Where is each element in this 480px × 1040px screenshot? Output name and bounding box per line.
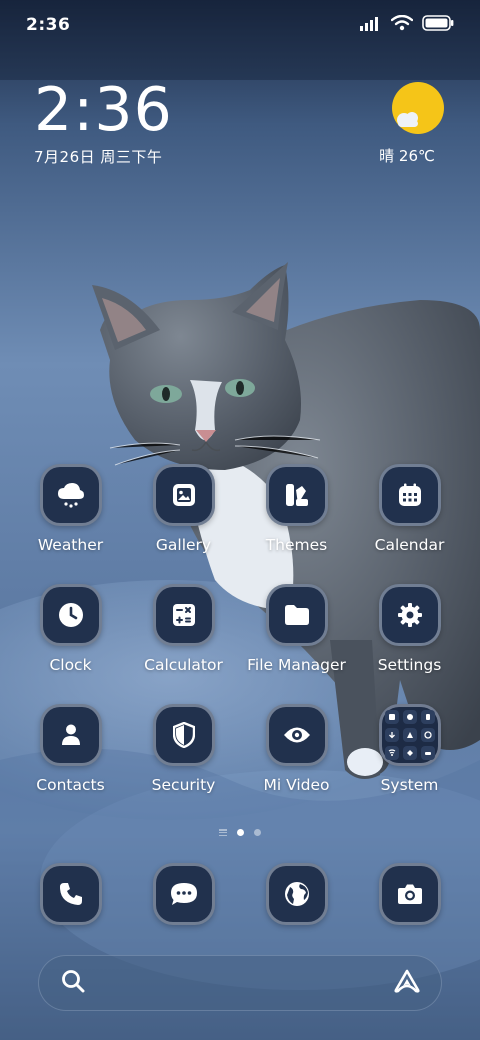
search-input[interactable] [99,966,381,1002]
clock-date: 7月26日 周三下午 [34,148,163,166]
page-dot-active[interactable] [237,829,244,836]
page-indicator[interactable] [0,829,480,836]
weather-text: 晴 26℃ [379,147,435,165]
dock-camera[interactable] [353,863,466,925]
page-dot[interactable] [254,829,261,836]
search-icon[interactable] [61,969,85,997]
mini-app-icon [420,728,435,742]
dock-phone[interactable] [14,863,127,925]
mini-app-icon [402,710,417,724]
dock [14,863,466,925]
gallery-icon[interactable] [152,464,215,526]
battery-icon [422,15,454,35]
status-time: 2:36 [26,15,71,35]
app-label: Settings [377,656,442,674]
app-label: Gallery [155,536,212,554]
message-icon[interactable] [152,863,215,925]
calendar-icon[interactable] [378,464,441,526]
weather-widget[interactable]: 晴 26℃ [379,82,444,166]
mini-app-icon [402,728,417,742]
calculator-icon[interactable] [152,584,215,646]
app-label: Calculator [144,656,223,674]
app-gallery[interactable]: Gallery [127,464,240,554]
assistant-icon[interactable] [393,969,421,997]
app-label: Calendar [374,536,445,554]
sun-with-cloud-icon [390,82,444,136]
app-file-manager[interactable]: File Manager [240,584,353,674]
app-calendar[interactable]: Calendar [353,464,466,554]
status-icons [360,14,454,35]
app-clock[interactable]: Clock [14,584,127,674]
eye-icon[interactable] [265,704,328,766]
dock-messages[interactable] [127,863,240,925]
app-label: Contacts [36,776,105,794]
mini-app-icon [402,746,417,760]
app-themes[interactable]: Themes [240,464,353,554]
gear-icon[interactable] [378,584,441,646]
app-label: Mi Video [263,776,330,794]
app-mi-video[interactable]: Mi Video [240,704,353,794]
page-indicator-feed-icon[interactable] [219,829,227,836]
weather-cloud-icon[interactable] [39,464,102,526]
mini-app-icon [384,746,399,760]
app-security[interactable]: Security [127,704,240,794]
app-grid: Weather Gallery Themes Calendar Clock Ca… [14,464,466,794]
phone-icon[interactable] [39,863,102,925]
app-label: File Manager [247,656,346,674]
status-bar: 2:36 [0,0,480,50]
app-label: Clock [49,656,92,674]
app-label: Weather [37,536,104,554]
mini-app-icon [384,710,399,724]
browser-globe-icon[interactable] [265,863,328,925]
search-bar[interactable] [38,955,442,1011]
folder-icon[interactable] [265,584,328,646]
contact-icon[interactable] [39,704,102,766]
app-system-folder[interactable]: System [353,704,466,794]
dock-browser[interactable] [240,863,353,925]
clock-icon[interactable] [39,584,102,646]
mini-app-icon [420,710,435,724]
mini-app-icon [420,746,435,760]
app-label: System [380,776,439,794]
folder-app-previews [384,710,435,760]
app-label: Themes [265,536,328,554]
clock-time: 2:36 [34,75,173,145]
signal-icon [360,16,382,35]
app-weather[interactable]: Weather [14,464,127,554]
app-contacts[interactable]: Contacts [14,704,127,794]
clock-widget[interactable]: 2:36 7月26日 周三下午 [34,78,173,167]
app-settings[interactable]: Settings [353,584,466,674]
folder-grid-icon[interactable] [378,704,441,766]
themes-icon[interactable] [265,464,328,526]
app-calculator[interactable]: Calculator [127,584,240,674]
camera-icon[interactable] [378,863,441,925]
wifi-icon [390,14,414,35]
app-label: Security [151,776,216,794]
shield-icon[interactable] [152,704,215,766]
mini-app-icon [384,728,399,742]
